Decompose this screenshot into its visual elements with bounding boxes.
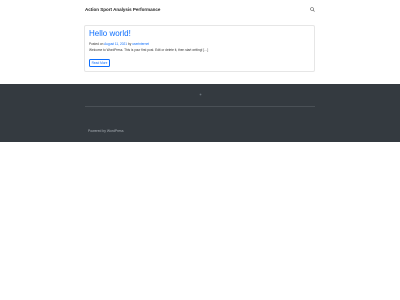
footer-divider bbox=[85, 106, 315, 107]
footer-widget-marker bbox=[198, 92, 202, 96]
post-meta: Posted on August 11, 2021 by userinterne… bbox=[89, 42, 149, 46]
post-title[interactable]: Hello world! bbox=[89, 29, 131, 38]
site-title[interactable]: Action Sport Analysis Performance bbox=[85, 7, 160, 12]
site-header: Action Sport Analysis Performance bbox=[0, 0, 400, 20]
post-excerpt: Welcome to WordPress. This is your first… bbox=[89, 48, 209, 52]
dot-icon bbox=[199, 93, 201, 95]
post-date-link[interactable]: August 11, 2021 bbox=[104, 42, 127, 46]
post-card: Hello world! Posted on August 11, 2021 b… bbox=[84, 25, 315, 72]
read-more-button[interactable]: Read More bbox=[89, 59, 110, 67]
search-icon bbox=[309, 6, 315, 12]
powered-by-text: Powered by WordPress bbox=[88, 129, 124, 133]
site-footer: Powered by WordPress bbox=[0, 84, 400, 142]
search-button[interactable] bbox=[308, 5, 316, 13]
author-link[interactable]: userinternet bbox=[132, 42, 149, 46]
meta-prefix: Posted on bbox=[89, 42, 105, 46]
